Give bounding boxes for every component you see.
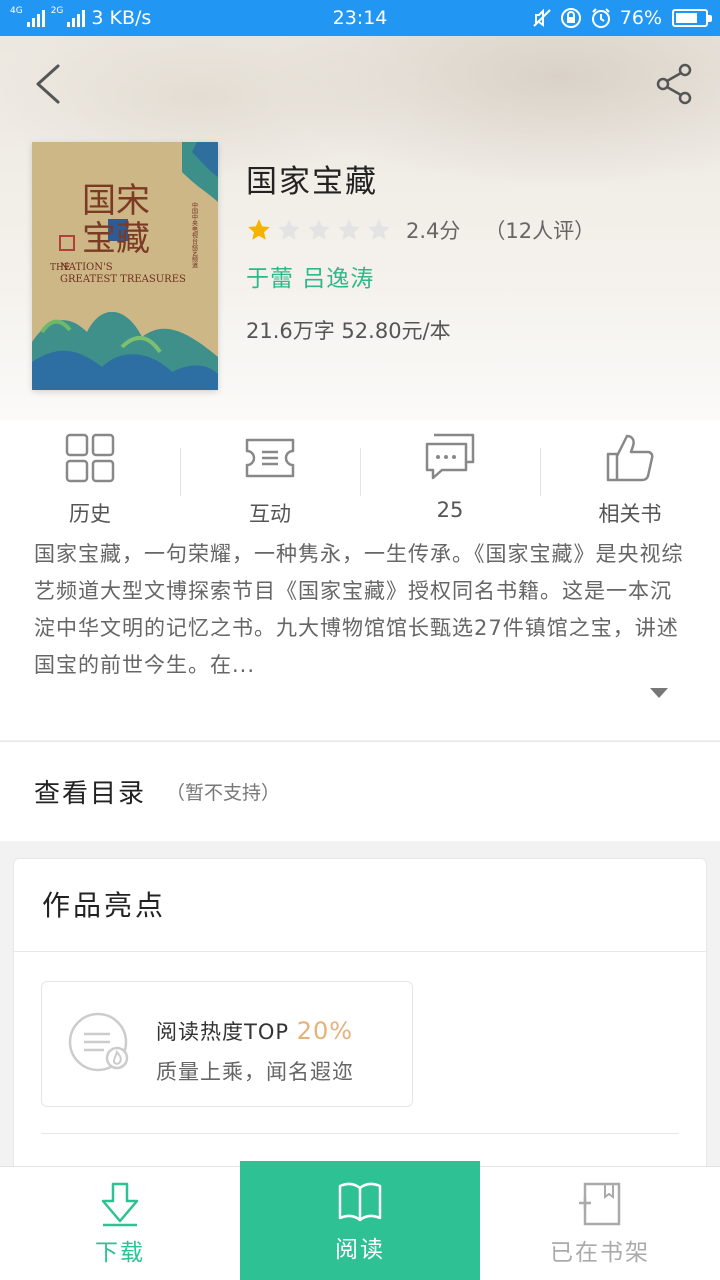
download-label: 下载	[95, 1239, 145, 1266]
shelf-button[interactable]: 已在书架	[480, 1167, 720, 1280]
comment-count: 25	[436, 498, 464, 522]
action-interact-label: 互动	[249, 502, 291, 526]
book-cover[interactable]: 国宋 宝藏 THE NATION'S GREATEST TREASURES 中国…	[32, 142, 218, 390]
status-bar: 4G 2G 3 KB/s 23:14 76%	[0, 0, 720, 36]
highlight-desc: 质量上乘，闻名遐迩	[156, 1060, 354, 1084]
rating-stars	[246, 217, 392, 243]
action-related[interactable]: 相关书	[540, 420, 720, 530]
chevron-left-icon	[36, 64, 60, 104]
highlights-panel: 作品亮点 阅读热度TOP 20% 质量上乘，闻名遐迩	[13, 858, 707, 1188]
svg-text:国宋: 国宋	[82, 181, 150, 221]
action-history-label: 历史	[69, 502, 111, 526]
svg-text:宝藏: 宝藏	[82, 219, 150, 259]
action-comments[interactable]: 25	[360, 420, 540, 530]
rating-row: 2.4分 （12人评）	[246, 215, 595, 245]
ticket-icon	[245, 438, 295, 478]
book-title: 国家宝藏	[246, 164, 378, 200]
grid-icon	[65, 433, 115, 483]
book-header: 国宋 宝藏 THE NATION'S GREATEST TREASURES 中国…	[0, 36, 720, 420]
star-empty-icon	[368, 219, 390, 240]
highlights-divider	[41, 1133, 679, 1134]
download-button[interactable]: 下载	[0, 1167, 240, 1280]
svg-text:NATION'S: NATION'S	[60, 262, 113, 273]
read-button[interactable]: 阅读	[240, 1161, 480, 1280]
alarm-icon	[591, 8, 610, 28]
svg-text:中国中央电视台综艺频道: 中国中央电视台综艺频道	[191, 201, 198, 269]
rating-score: 2.4分	[406, 219, 461, 243]
intro-text: 国家宝藏，一句荣耀，一种隽永，一生传承。《国家宝藏》是央视综艺频道大型文博探索节…	[34, 542, 684, 677]
book-meta: 21.6万字 52.80元/本	[246, 319, 451, 343]
star-empty-icon	[338, 219, 360, 240]
star-empty-icon	[308, 219, 330, 240]
reading-heat-icon	[68, 1012, 129, 1072]
status-right: 76%	[532, 7, 712, 29]
action-interact[interactable]: 互动	[180, 420, 360, 530]
action-related-label: 相关书	[598, 502, 662, 526]
mute-icon	[533, 8, 551, 27]
comment-icon	[425, 433, 475, 480]
download-icon	[101, 1182, 139, 1226]
battery-percent: 76%	[619, 7, 662, 29]
bookshelf-add-icon	[579, 1182, 621, 1225]
star-empty-icon	[278, 219, 300, 240]
open-book-icon	[338, 1182, 382, 1222]
star-filled-icon	[248, 219, 270, 240]
share-icon	[656, 63, 692, 105]
highlight-heading-text: 阅读热度TOP	[156, 1020, 290, 1044]
toc-note: （暂不支持）	[166, 782, 281, 804]
review-count[interactable]: （12人评）	[484, 215, 595, 245]
toc-row[interactable]: 查看目录 （暂不支持）	[0, 741, 720, 841]
shelf-label: 已在书架	[550, 1239, 650, 1266]
highlight-percent: 20%	[296, 1017, 354, 1045]
highlight-heading: 阅读热度TOP 20%	[156, 1016, 353, 1046]
lock-rotation-icon	[560, 8, 581, 28]
bottom-bar: 下载 阅读 已在书架	[0, 1161, 720, 1280]
battery-icon	[672, 9, 712, 27]
highlight-card[interactable]: 阅读热度TOP 20% 质量上乘，闻名遐迩	[41, 981, 413, 1107]
highlights-title: 作品亮点	[14, 859, 706, 952]
thumbs-up-icon	[606, 434, 654, 482]
action-history[interactable]: 历史	[0, 420, 180, 530]
cover-art: 国宋 宝藏 THE NATION'S GREATEST TREASURES 中国…	[32, 142, 218, 390]
share-button[interactable]	[654, 62, 694, 106]
action-row: 历史 互动 25 相关书	[0, 420, 720, 530]
back-button[interactable]	[30, 62, 70, 106]
read-label: 阅读	[335, 1237, 385, 1263]
expand-arrow-icon[interactable]	[650, 688, 668, 698]
book-authors[interactable]: 于蕾 吕逸涛	[246, 259, 595, 293]
book-intro[interactable]: 国家宝藏，一句荣耀，一种隽永，一生传承。《国家宝藏》是央视综艺频道大型文博探索节…	[0, 530, 720, 740]
svg-text:GREATEST TREASURES: GREATEST TREASURES	[60, 274, 186, 285]
book-info: 国家宝藏 2.4分 （12人评） 于蕾 吕逸涛 21.6万字 52.80元/本	[246, 156, 595, 345]
toc-title: 查看目录	[34, 779, 147, 809]
